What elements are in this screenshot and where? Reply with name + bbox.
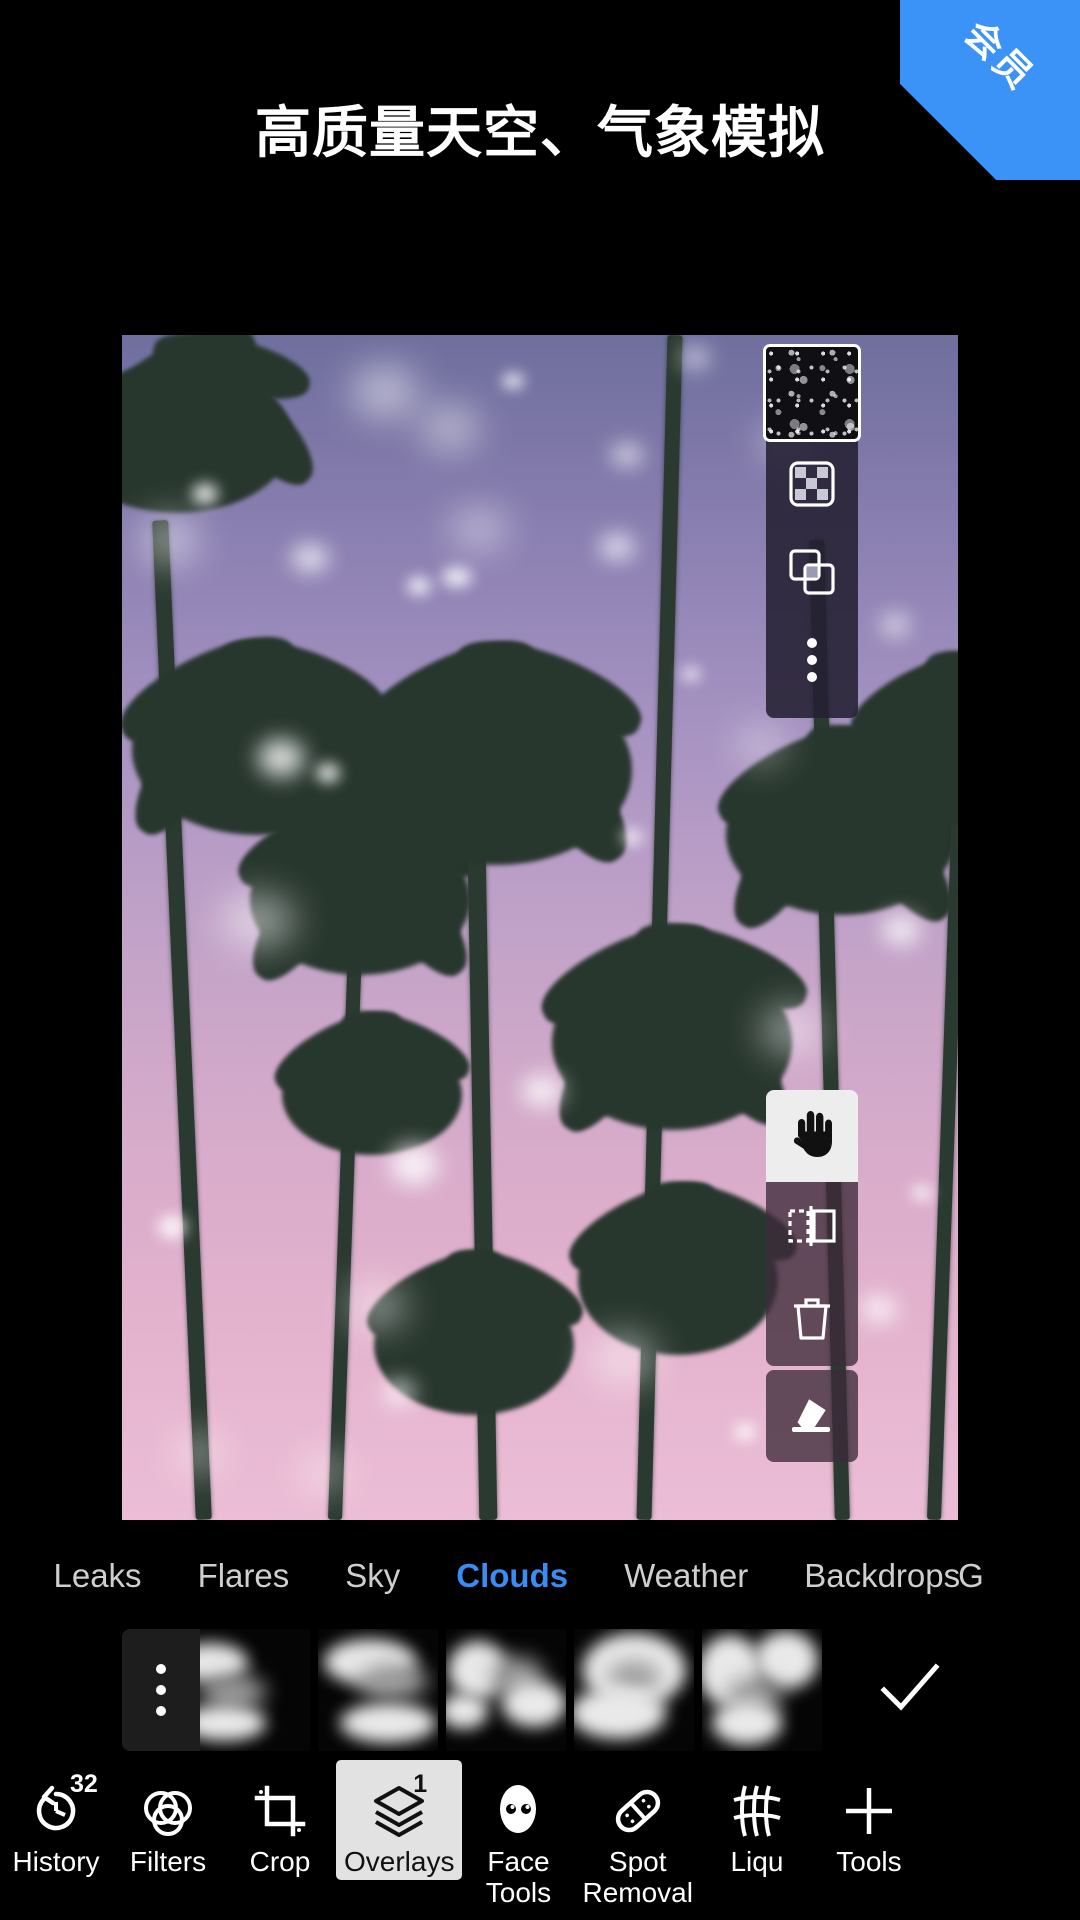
dot bbox=[156, 1685, 166, 1695]
category-tab-g[interactable]: G bbox=[930, 1557, 1012, 1595]
crop-icon bbox=[254, 1782, 306, 1840]
category-tab-sky[interactable]: Sky bbox=[317, 1557, 428, 1595]
nav-item-label: History bbox=[12, 1846, 100, 1877]
thumbnail-more-button[interactable] bbox=[122, 1629, 200, 1751]
layer-more-options-button[interactable] bbox=[766, 618, 858, 706]
nav-item-history[interactable]: History 32 bbox=[0, 1760, 112, 1877]
nav-item-label: Tools bbox=[836, 1846, 902, 1877]
overlay-thumbnail-strip[interactable] bbox=[0, 1625, 1080, 1755]
flip-horizontal-icon bbox=[787, 1204, 837, 1253]
category-tab-leaks[interactable]: Leaks bbox=[26, 1557, 170, 1595]
list-item[interactable] bbox=[318, 1629, 438, 1751]
bottom-toolbar[interactable]: History 32 Filters Crop Overlays 1 Face Tools S… bbox=[0, 1760, 1080, 1920]
spot-removal-icon bbox=[611, 1782, 665, 1840]
nav-item-label: Overlays bbox=[344, 1846, 455, 1877]
hand-icon bbox=[789, 1109, 835, 1164]
flip-tool-button[interactable] bbox=[766, 1182, 858, 1274]
checkerboard-icon bbox=[789, 460, 835, 512]
category-tab-flares[interactable]: Flares bbox=[170, 1557, 318, 1595]
nav-item-label: Filters bbox=[129, 1846, 207, 1877]
nav-item-overlays[interactable]: Overlays 1 bbox=[336, 1760, 463, 1880]
blend-mode-button[interactable] bbox=[766, 530, 858, 618]
app-root: 会员 高质量天空、气象模拟 Leaks Flares Sky Clouds We… bbox=[0, 0, 1080, 1920]
status-badge: 1 bbox=[413, 1770, 428, 1798]
category-tab-clouds[interactable]: Clouds bbox=[428, 1557, 596, 1595]
filters-icon bbox=[141, 1782, 195, 1840]
nav-item-crop[interactable]: Crop bbox=[224, 1760, 336, 1877]
category-tab-m[interactable]: m bbox=[0, 1557, 26, 1595]
more-vertical-icon bbox=[806, 637, 818, 688]
nav-item-spot-removal[interactable]: Spot Removal bbox=[574, 1760, 700, 1909]
nav-item-label: Face Tools bbox=[485, 1846, 552, 1909]
nav-item-label: Liqu bbox=[730, 1846, 784, 1877]
eraser-tool-button[interactable] bbox=[766, 1370, 858, 1462]
category-tab-weather[interactable]: Weather bbox=[596, 1557, 776, 1595]
dot bbox=[156, 1706, 166, 1716]
mask-opacity-button[interactable] bbox=[766, 442, 858, 530]
trash-icon bbox=[790, 1294, 834, 1347]
nav-item-label: Spot Removal bbox=[582, 1846, 693, 1909]
nav-item-label: Crop bbox=[249, 1846, 311, 1877]
eraser-icon bbox=[786, 1391, 838, 1442]
plus-icon bbox=[842, 1782, 896, 1840]
delete-tool-button[interactable] bbox=[766, 1274, 858, 1366]
member-ribbon[interactable]: 会员 bbox=[900, 0, 1080, 180]
nav-item-tools[interactable]: Tools bbox=[813, 1760, 925, 1877]
status-badge: 32 bbox=[70, 1770, 98, 1798]
overlapping-squares-icon bbox=[787, 547, 837, 602]
list-item[interactable] bbox=[446, 1629, 566, 1751]
list-item[interactable] bbox=[574, 1629, 694, 1751]
layer-panel bbox=[763, 344, 861, 718]
list-item[interactable] bbox=[190, 1629, 310, 1751]
overlay-category-tabs[interactable]: mLeaksFlaresSkyCloudsWeatherBackdropsG bbox=[0, 1545, 1080, 1607]
layer-thumbnail-icon[interactable] bbox=[763, 344, 861, 442]
overlay-tool-panel bbox=[766, 1090, 858, 1366]
nav-item-liqu[interactable]: Liqu bbox=[701, 1760, 813, 1877]
liquify-icon bbox=[731, 1782, 783, 1840]
confirm-button[interactable] bbox=[850, 1629, 970, 1751]
dot bbox=[156, 1664, 166, 1674]
pan-tool-button[interactable] bbox=[766, 1090, 858, 1182]
list-item[interactable] bbox=[702, 1629, 822, 1751]
check-icon bbox=[879, 1662, 941, 1719]
face-tools-icon bbox=[492, 1782, 544, 1840]
nav-item-filters[interactable]: Filters bbox=[112, 1760, 224, 1877]
nav-item-face-tools[interactable]: Face Tools bbox=[462, 1760, 574, 1909]
